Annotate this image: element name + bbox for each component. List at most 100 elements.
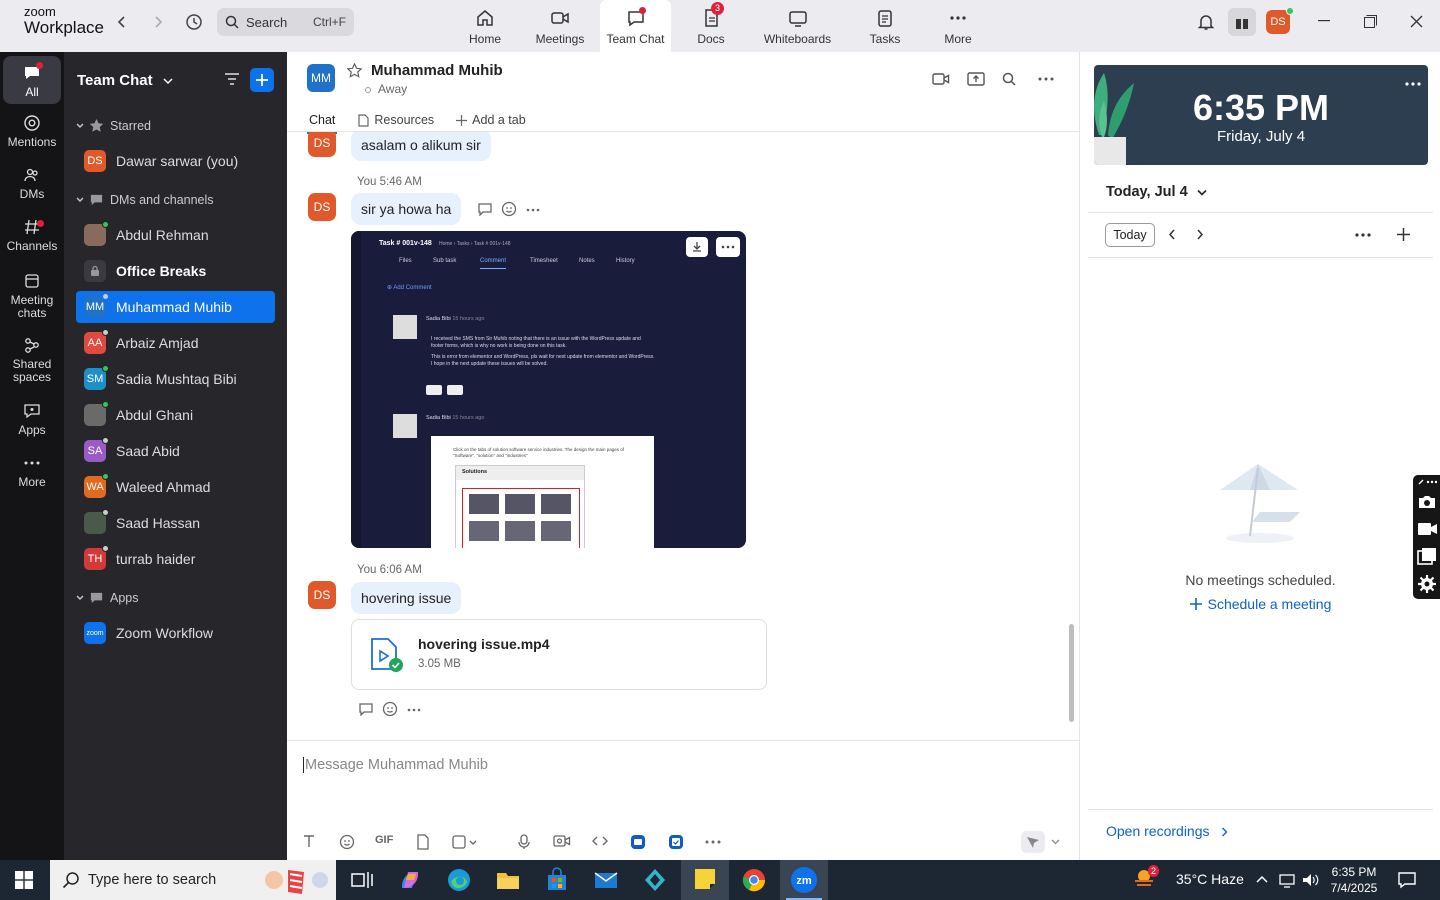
more-dots-icon[interactable] <box>526 208 540 212</box>
list-item-sadia-mushtaq-bibi[interactable]: SM Sadia Mushtaq Bibi <box>76 363 275 395</box>
emoji-reaction-icon[interactable] <box>501 201 517 217</box>
gift-icon[interactable] <box>1228 8 1256 36</box>
settings-gear-icon[interactable] <box>1417 574 1437 594</box>
list-item-muhammad-muhib[interactable]: MM Muhammad Muhib <box>76 291 275 323</box>
list-item-arbaiz-amjad[interactable]: AA Arbaiz Amjad <box>76 327 275 359</box>
nav-more[interactable]: More <box>936 0 980 52</box>
attach-file-icon[interactable] <box>416 834 430 850</box>
zoom-taskbar-app[interactable]: zm <box>780 860 828 900</box>
camera-icon[interactable] <box>1417 494 1437 510</box>
next-day-icon[interactable] <box>1196 229 1204 240</box>
mail-icon[interactable] <box>592 866 620 894</box>
app-integration-icon-2[interactable] <box>668 834 684 850</box>
schedule-meeting-link[interactable]: Schedule a meeting <box>1080 596 1440 612</box>
more-tools-icon[interactable] <box>705 840 721 844</box>
network-icon[interactable] <box>1278 872 1296 888</box>
weather-widget[interactable]: 2 35°C Haze <box>1135 865 1244 887</box>
more-options-icon[interactable] <box>1038 77 1054 81</box>
more-dots-icon[interactable] <box>407 708 421 712</box>
rail-meeting-chats[interactable]: Meeting chats <box>0 272 64 320</box>
rail-channels[interactable]: Channels <box>0 218 64 253</box>
list-item-abdul-ghani[interactable]: Abdul Ghani <box>76 399 275 431</box>
new-chat-button[interactable] <box>250 68 274 92</box>
reply-icon[interactable] <box>358 702 374 716</box>
add-event-icon[interactable] <box>1397 228 1410 241</box>
list-item-zoom-workflow[interactable]: zoom Zoom Workflow <box>76 617 275 649</box>
chevron-up-icon[interactable] <box>1256 875 1268 883</box>
contact-avatar[interactable]: MM <box>307 64 335 92</box>
restore-icon[interactable] <box>1364 15 1377 28</box>
list-item-dawar-sarwar[interactable]: DS Dawar sarwar (you) <box>76 145 275 177</box>
screenshot-icon[interactable] <box>452 834 476 850</box>
rail-all[interactable]: All <box>3 56 61 104</box>
file-attachment[interactable]: hovering issue.mp4 3.05 MB <box>351 619 767 690</box>
microsoft-store-icon[interactable] <box>543 866 571 894</box>
notification-center-icon[interactable] <box>1397 871 1417 889</box>
profile-avatar[interactable]: DS <box>1266 7 1294 34</box>
window-icon[interactable] <box>1417 547 1437 565</box>
nav-whiteboards[interactable]: Whiteboards <box>760 0 835 52</box>
message-input[interactable]: Message Muhammad Muhib <box>303 757 488 773</box>
chrome-icon[interactable] <box>740 866 768 894</box>
section-dms[interactable]: DMs and channels <box>76 192 214 207</box>
close-icon[interactable] <box>1410 15 1423 28</box>
rail-shared-spaces[interactable]: Shared spaces <box>0 336 64 384</box>
gif-button[interactable]: GIF <box>375 834 393 846</box>
list-item-saad-hassan[interactable]: Saad Hassan <box>76 507 275 539</box>
tab-chat[interactable]: Chat <box>306 108 338 134</box>
section-apps[interactable]: Apps <box>76 590 139 605</box>
date-selector[interactable]: Today, Jul 4 <box>1106 184 1207 200</box>
image-attachment[interactable]: Task # 001v-148 Home › Tasks › Task # 00… <box>351 231 746 548</box>
list-item-waleed-ahmad[interactable]: WA Waleed Ahmad <box>76 471 275 503</box>
rail-more[interactable]: More <box>0 454 64 489</box>
code-snippet-icon[interactable] <box>591 834 609 848</box>
rail-dms[interactable]: DMs <box>0 166 64 201</box>
list-item-turrab-haider[interactable]: TH turrab haider <box>76 543 275 575</box>
emoji-icon[interactable] <box>339 834 355 850</box>
toolbar-more-icon[interactable] <box>1417 478 1437 486</box>
list-item-office-breaks[interactable]: Office Breaks <box>76 255 275 287</box>
task-view-icon[interactable] <box>348 866 376 894</box>
text-format-icon[interactable] <box>302 834 316 848</box>
history-icon[interactable] <box>183 0 205 44</box>
video-call-icon[interactable] <box>932 72 950 86</box>
app-integration-icon[interactable] <box>630 834 646 850</box>
list-item-saad-abid[interactable]: SA Saad Abid <box>76 435 275 467</box>
message-bubble[interactable]: hovering issue <box>351 582 462 614</box>
reply-icon[interactable] <box>477 202 493 216</box>
rail-mentions[interactable]: Mentions <box>0 114 64 149</box>
nav-docs[interactable]: 3 Docs <box>686 0 736 52</box>
video-record-icon[interactable] <box>1417 521 1439 537</box>
image-more-icon[interactable] <box>716 237 740 257</box>
download-icon[interactable] <box>686 237 708 257</box>
section-starred[interactable]: Starred <box>76 118 151 133</box>
emoji-reaction-icon[interactable] <box>382 701 398 717</box>
minimize-icon[interactable] <box>1318 20 1330 22</box>
taskbar-search-box[interactable]: Type here to search <box>50 860 336 900</box>
back-arrow-icon[interactable] <box>112 0 132 44</box>
tab-resources[interactable]: Resources <box>357 108 434 132</box>
rail-apps[interactable]: Apps <box>0 402 64 437</box>
taskbar-clock[interactable]: 6:35 PM 7/4/2025 <box>1326 864 1382 896</box>
nav-home[interactable]: Home <box>462 0 508 52</box>
windows-start-icon[interactable] <box>15 871 33 889</box>
nav-team-chat[interactable]: Team Chat <box>600 0 671 52</box>
calendar-more-icon[interactable] <box>1355 233 1371 237</box>
contact-name[interactable]: Muhammad Muhib <box>371 62 503 79</box>
search-icon[interactable] <box>1002 72 1016 86</box>
previous-day-icon[interactable] <box>1168 229 1176 240</box>
forward-arrow-icon[interactable] <box>148 0 168 44</box>
filter-icon[interactable] <box>224 72 240 86</box>
edge-browser-icon[interactable] <box>445 866 473 894</box>
today-button[interactable]: Today <box>1105 223 1155 247</box>
sticky-notes-app[interactable] <box>681 860 729 900</box>
video-message-icon[interactable] <box>553 834 571 848</box>
file-explorer-icon[interactable] <box>494 866 522 894</box>
copilot-icon[interactable] <box>396 866 424 894</box>
sidebar-title[interactable]: Team Chat <box>77 72 173 89</box>
nav-tasks[interactable]: Tasks <box>864 0 906 52</box>
search-bar[interactable]: Search Ctrl+F <box>217 8 354 36</box>
send-icon[interactable] <box>1021 831 1045 853</box>
message-bubble[interactable]: asalam o alikum sir <box>351 132 491 161</box>
nav-meetings[interactable]: Meetings <box>530 0 590 52</box>
